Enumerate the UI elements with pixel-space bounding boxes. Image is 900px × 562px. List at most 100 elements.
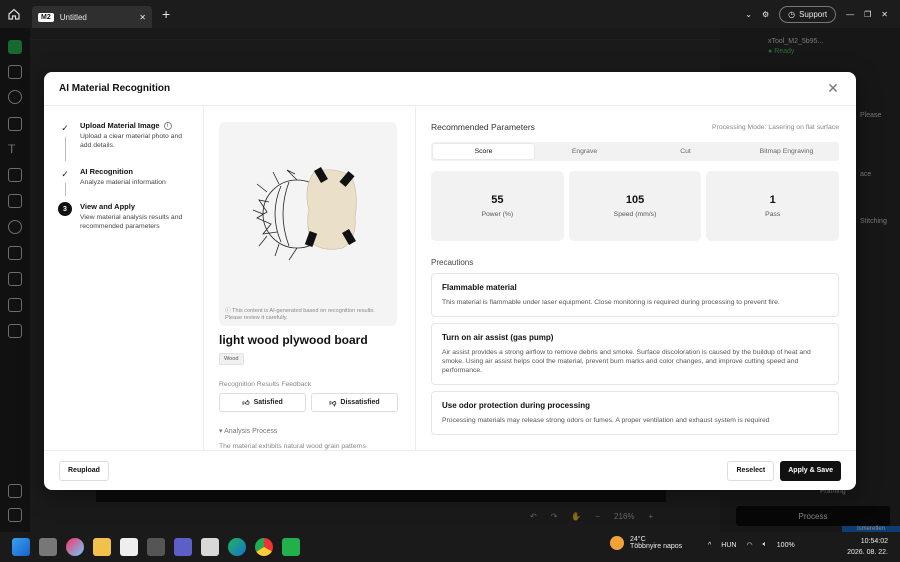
feedback-buttons: 👍︎ Satisfied 👎︎ Dissatisfied [219,393,400,412]
step-connector [65,137,66,161]
material-result-panel: ⓘ This content is AI-generated based on … [204,107,416,450]
parameters-header: Recommended Parameters Processing Mode: … [431,122,839,132]
dialog-footer: Reupload Reselect Apply & Save [44,450,856,490]
precaution-card: Turn on air assist (gas pump) Air assist… [431,323,839,385]
xtool-icon[interactable] [282,538,300,556]
document-tab[interactable]: M2 Untitled ✕ [32,6,152,28]
satisfied-button[interactable]: 👍︎ Satisfied [219,393,306,412]
support-label: Support [799,9,828,19]
minimize-icon[interactable]: — [846,10,854,19]
windows-start-icon[interactable] [12,538,30,556]
step-title: View and Apply [80,202,136,211]
pass-card: 1 Pass [706,171,840,241]
language-indicator[interactable]: HUN [721,542,736,549]
analysis-toggle[interactable]: ▾ Analysis Process [219,427,400,435]
check-icon: ✓ [61,122,69,133]
material-photo [252,166,357,261]
clock[interactable]: 10:54:02 2026. 08. 22. [840,536,888,558]
parameters-panel: Recommended Parameters Processing Mode: … [416,107,856,450]
maximize-icon[interactable]: ❐ [864,10,871,19]
file-explorer-icon[interactable] [93,538,111,556]
step-connector [65,183,66,196]
dissatisfied-label: Dissatisfied [340,399,380,406]
step-view-apply: 3 View and Apply View material analysis … [58,202,203,231]
snipping-tool-icon[interactable] [201,538,219,556]
title-bar: M2 Untitled ✕ + ⌄ ⚙ ◷ Support — ❐ ✕ [0,0,900,28]
precaution-text: Air assist provides a strong airflow to … [442,349,811,374]
precaution-card: Flammable material This material is flam… [431,273,839,317]
taskbar: 24°C Többnyire napos ^ HUN ◠ 🔈︎ 100% 10:… [0,532,900,562]
dialog-title: AI Material Recognition [59,83,171,94]
power-value: 55 [491,194,504,206]
ai-material-dialog: AI Material Recognition ✕ ✓ Upload Mater… [44,72,856,490]
tab-badge: M2 [38,12,54,22]
material-tag: Wood [219,353,244,365]
material-name: light wood plywood board [219,333,368,347]
task-view-icon[interactable] [39,538,57,556]
dialog-header: AI Material Recognition ✕ [44,72,856,106]
store-icon[interactable] [120,538,138,556]
precaution-card: Use odor protection during processing Pr… [431,391,839,435]
precaution-text: This material is flammable under laser e… [442,299,780,306]
weather-icon [610,536,624,550]
speed-value: 105 [625,194,645,206]
analysis-text: The material exhibits natural wood grain… [219,443,366,450]
check-icon: ✓ [61,168,69,179]
new-tab-icon[interactable]: + [162,6,170,22]
precaution-title: Turn on air assist (gas pump) [442,333,554,342]
reupload-button[interactable]: Reupload [59,460,109,481]
tab-title: Untitled [59,12,87,22]
tab-cut[interactable]: Cut [635,144,736,159]
wifi-icon[interactable]: ◠ [746,541,752,549]
ai-disclaimer: ⓘ This content is AI-generated based on … [225,308,375,321]
speed-card: 105 Speed (mm/s) [568,171,702,241]
apply-save-button[interactable]: Apply & Save [780,460,841,481]
step-desc: Upload a clear material photo and add de… [80,133,183,150]
copilot-icon[interactable] [66,538,84,556]
process-tabs: Score Engrave Cut Bitmap Engraving [431,142,839,161]
gear-icon[interactable]: ⚙ [762,10,769,19]
chevron-down-icon[interactable]: ⌄ [745,10,752,19]
close-window-icon[interactable]: ✕ [881,10,888,19]
reselect-button[interactable]: Reselect [727,460,775,481]
system-tray: ^ HUN ◠ 🔈︎ 100% [708,541,795,549]
support-icon: ◷ [788,9,796,19]
volume-icon[interactable]: 🔈︎ [763,541,767,549]
info-icon[interactable]: i [163,122,172,131]
battery-level[interactable]: 100% [777,542,795,549]
support-button[interactable]: ◷ Support [779,5,837,23]
tab-bitmap-engraving[interactable]: Bitmap Engraving [736,144,837,159]
temperature: 24°C [630,536,646,543]
close-tab-icon[interactable]: ✕ [139,13,146,22]
step-list: ✓ Upload Material Image i Upload a clear … [44,107,204,450]
tab-engrave[interactable]: Engrave [534,144,635,159]
step-upload: ✓ Upload Material Image i Upload a clear … [58,121,203,167]
step-number: 3 [58,202,72,216]
precaution-text: Processing materials may release strong … [442,417,770,424]
home-icon[interactable] [0,0,28,28]
weather-desc: Többnyire napos [630,543,683,550]
precaution-title: Use odor protection during processing [442,401,591,410]
edge-icon[interactable] [228,538,246,556]
dissatisfied-button[interactable]: 👎︎ Dissatisfied [311,393,398,412]
step-title: AI Recognition [80,167,133,176]
recommended-title: Recommended Parameters [431,122,535,132]
tray-chevron-icon[interactable]: ^ [708,542,711,549]
teams-icon[interactable] [174,538,192,556]
step-desc: View material analysis results and recom… [80,214,183,230]
parameter-cards: 55 Power (%) 105 Speed (mm/s) 1 Pass [431,171,840,241]
chrome-icon[interactable] [255,538,273,556]
power-label: Power (%) [481,211,514,218]
tab-score[interactable]: Score [433,144,534,159]
pass-value: 1 [769,194,776,206]
step-title: Upload Material Image i [80,121,195,131]
weather-widget[interactable]: 24°C Többnyire napos [610,536,682,550]
satisfied-label: Satisfied [253,399,283,406]
pass-label: Pass [765,211,781,218]
time: 10:54:02 [860,538,888,545]
calculator-icon[interactable] [147,538,165,556]
speed-label: Speed (mm/s) [613,211,657,218]
processing-mode: Processing Mode: Lasering on flat surfac… [712,123,839,131]
close-icon[interactable]: ✕ [825,80,841,97]
date: 2026. 08. 22. [847,549,888,556]
